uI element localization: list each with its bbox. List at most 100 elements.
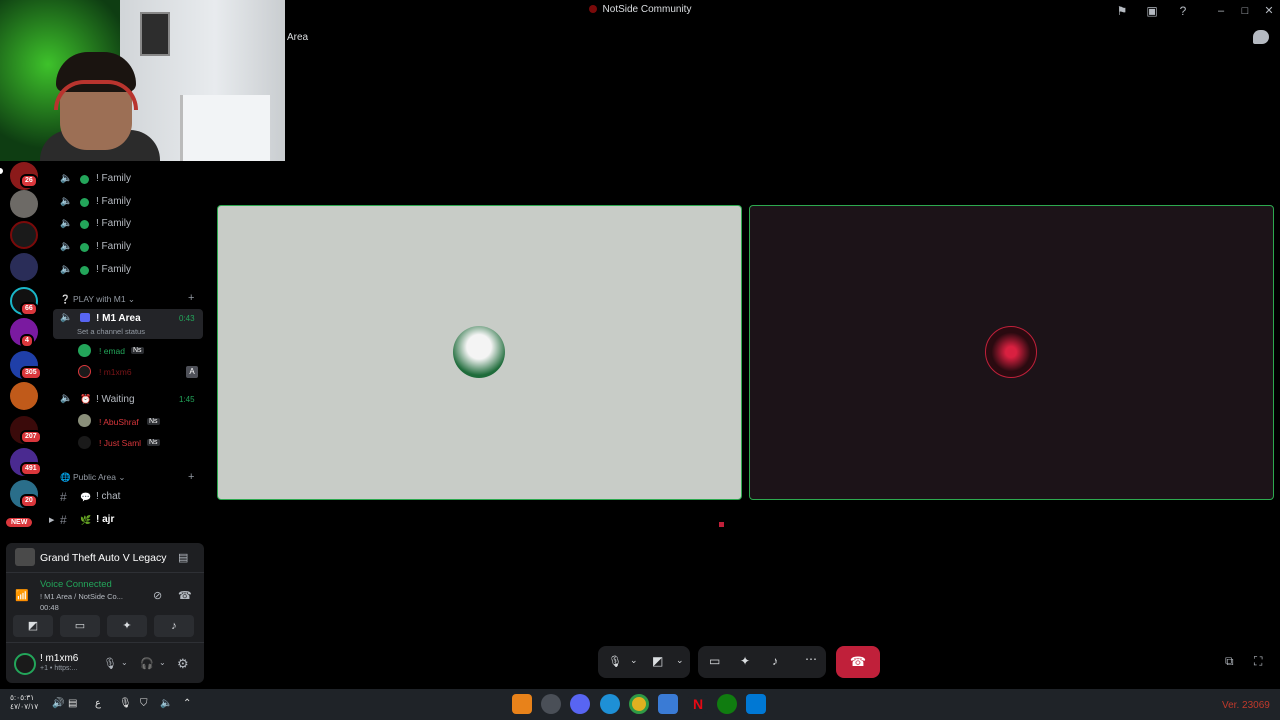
shield-icon[interactable]: ⛉ <box>140 698 148 709</box>
mic-icon[interactable]: 🎙 <box>103 657 117 670</box>
chevron-down-icon[interactable]: ⌄ <box>159 658 166 667</box>
close-button[interactable]: ✕ <box>1258 3 1280 19</box>
soundboard-icon[interactable]: ♪ <box>772 654 778 668</box>
camera-off-icon[interactable]: ◩ <box>652 654 663 668</box>
app-icon[interactable] <box>541 694 561 714</box>
mention-badge: 66 <box>20 302 38 316</box>
more-options-icon[interactable]: ⋯ <box>805 652 817 666</box>
mic-icon[interactable]: 🎙 <box>119 698 132 709</box>
server-icon[interactable] <box>10 253 38 281</box>
minimize-button[interactable]: – <box>1210 3 1232 19</box>
mention-badge: 491 <box>20 462 42 476</box>
question-icon: ❔ <box>60 294 73 304</box>
chevron-down-icon[interactable]: ⌄ <box>121 658 128 667</box>
server-icon[interactable] <box>10 221 38 249</box>
activity-game[interactable]: Grand Theft Auto V Legacy <box>40 552 166 564</box>
headphones-icon[interactable]: 🎧 <box>140 657 154 670</box>
channel-timer: 1:45 <box>179 395 195 404</box>
member-name[interactable]: ! AbuShraf <box>99 417 139 427</box>
speaker-icon[interactable]: 🔈 <box>160 698 172 709</box>
language-indicator[interactable]: ع <box>95 698 101 709</box>
voice-channel-family[interactable]: 🔈 ! Family <box>56 214 206 234</box>
guild-tag: Ns <box>147 439 160 446</box>
netflix-app-icon[interactable]: N <box>688 694 708 714</box>
version-label: Ver. 23069 <box>1222 700 1270 711</box>
mention-badge: 4 <box>20 334 34 348</box>
help-icon[interactable]: ? <box>1175 3 1191 19</box>
store-app-icon[interactable] <box>658 694 678 714</box>
network-icon[interactable]: ▤ <box>68 698 77 709</box>
voice-location[interactable]: ! M1 Area / NotSide Co... <box>40 592 123 601</box>
user-avatar[interactable] <box>14 653 36 675</box>
channel-name: ! Family <box>96 241 131 252</box>
voice-status[interactable]: Voice Connected <box>40 579 112 590</box>
settings-gear-icon[interactable]: ⚙ <box>177 656 189 672</box>
chevron-down-icon[interactable]: ⌄ <box>630 655 638 666</box>
chat-icon[interactable] <box>1253 30 1269 44</box>
divider <box>6 642 204 643</box>
mic-icon[interactable]: 🎙 <box>608 655 622 668</box>
flag-icon[interactable]: ⚑ <box>1114 3 1130 19</box>
channel-name[interactable]: ! Waiting <box>96 394 135 405</box>
disconnect-button[interactable]: ☎ <box>836 646 880 678</box>
screen-share-button[interactable]: ▭ <box>60 615 100 637</box>
volume-icon[interactable]: 🔊 <box>52 698 64 709</box>
fullscreen-icon[interactable]: ⛶ <box>1254 654 1262 669</box>
member-name[interactable]: ! Just Saml <box>99 438 141 448</box>
text-channel-chat[interactable]: ! chat <box>96 491 120 502</box>
speaker-icon: 🔈 <box>60 241 73 252</box>
voice-channel-family[interactable]: 🔈 ! Family <box>56 192 206 212</box>
xbox-app-icon[interactable] <box>717 694 737 714</box>
text-channel-ajr[interactable]: ! ajr <box>96 514 114 525</box>
app-logo-icon <box>588 5 597 13</box>
leaf-icon: 🌿 <box>80 515 92 525</box>
vlc-app-icon[interactable] <box>512 694 532 714</box>
voice-channel-family[interactable]: 🔈 ! Family <box>56 237 206 257</box>
category-public[interactable]: 🌐 Public Area ⌄ <box>60 472 125 483</box>
add-channel-button[interactable]: + <box>188 471 194 483</box>
server-icon[interactable] <box>10 382 38 410</box>
chevron-down-icon[interactable]: ⌄ <box>676 655 684 666</box>
soundboard-button[interactable]: ♪ <box>154 615 194 637</box>
activities-icon[interactable]: ✦ <box>740 654 750 668</box>
disconnect-icon[interactable]: ☎ <box>178 589 192 602</box>
speaker-icon: 🔈 <box>60 264 73 275</box>
inbox-icon[interactable]: ▣ <box>1144 3 1160 19</box>
member-name[interactable]: ! emad <box>99 346 125 356</box>
speaker-icon: 🔈 <box>60 393 73 404</box>
channel-name: ! Family <box>96 264 131 275</box>
server-icon[interactable] <box>10 190 38 218</box>
voice-channel-family[interactable]: 🔈 ! Family <box>56 169 206 189</box>
channel-name: ! Family <box>96 218 131 229</box>
channel-status[interactable]: Set a channel status <box>77 327 145 336</box>
status-dot <box>80 198 89 207</box>
guild-tag: Ns <box>131 347 144 354</box>
mention-badge: 20 <box>20 494 38 508</box>
maximize-button[interactable]: □ <box>1234 3 1256 19</box>
channel-name: ! Family <box>96 173 131 184</box>
edge-app-icon[interactable] <box>600 694 620 714</box>
add-channel-button[interactable]: + <box>188 292 194 304</box>
channel-name: ! Family <box>96 196 131 207</box>
speaker-icon: 🔈 <box>60 312 73 323</box>
windows-start-icon[interactable] <box>746 694 766 714</box>
camera-off-button[interactable]: ◩ <box>13 615 53 637</box>
new-badge: NEW <box>6 518 33 527</box>
share-activity-icon[interactable]: ▤ <box>178 551 188 564</box>
voice-channel-family[interactable]: 🔈 ! Family <box>56 260 206 280</box>
activities-button[interactable]: ✦ <box>107 615 147 637</box>
voice-elapsed: 00:48 <box>40 603 59 612</box>
noise-suppression-icon[interactable]: ⊘ <box>153 589 162 602</box>
globe-icon: 🌐 <box>60 472 73 482</box>
member-name[interactable]: ! m1xm6 <box>99 367 132 377</box>
screen-share-icon[interactable]: ▭ <box>709 654 720 668</box>
chrome-app-icon[interactable] <box>629 694 649 714</box>
streaming-icon: A <box>186 366 198 378</box>
user-name[interactable]: ! m1xm6 <box>40 653 78 664</box>
chevron-up-icon[interactable]: ⌃ <box>183 698 191 709</box>
popout-icon[interactable]: ⧉ <box>1225 654 1234 669</box>
speech-icon: 💬 <box>80 492 92 502</box>
category-play[interactable]: ❔ PLAY with M1 ⌄ <box>60 294 135 305</box>
discord-app-icon[interactable] <box>570 694 590 714</box>
taskbar-clock[interactable]: ٥:٠٥:٣١ ٤٧/٠٧/١٧ <box>10 693 38 711</box>
